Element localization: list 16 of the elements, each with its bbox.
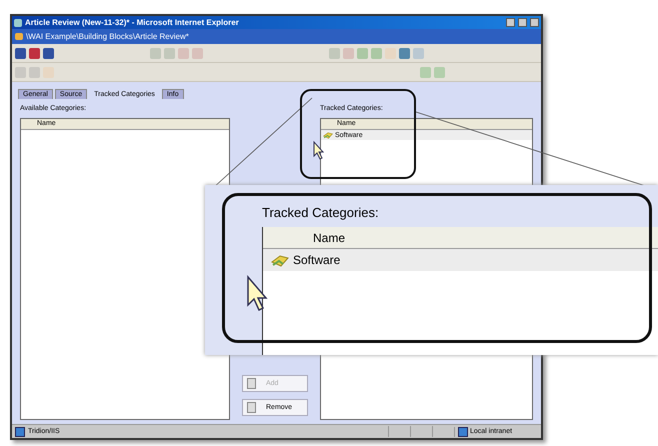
- toolbar-icon[interactable]: [399, 48, 410, 58]
- column-header: Name: [263, 227, 658, 249]
- minimize-button[interactable]: [506, 18, 515, 27]
- window-title: Article Review (New-11-32)* - Microsoft Internet Explorer: [25, 18, 240, 27]
- cursor-icon: [314, 140, 324, 160]
- toolbar-icon[interactable]: [29, 48, 40, 58]
- maximize-button[interactable]: [518, 18, 527, 27]
- toolbar-icon[interactable]: [15, 48, 26, 58]
- toolbar-icon[interactable]: [43, 48, 54, 58]
- panel-label: Tracked Categories:: [262, 205, 379, 220]
- cursor-icon: [247, 275, 268, 311]
- category-icon: [271, 253, 289, 267]
- path-text: \WAI Example\Building Blocks\Article Review*: [26, 32, 189, 41]
- category-icon: [323, 131, 333, 139]
- close-button[interactable]: [530, 18, 539, 27]
- list-item[interactable]: Software: [263, 249, 658, 271]
